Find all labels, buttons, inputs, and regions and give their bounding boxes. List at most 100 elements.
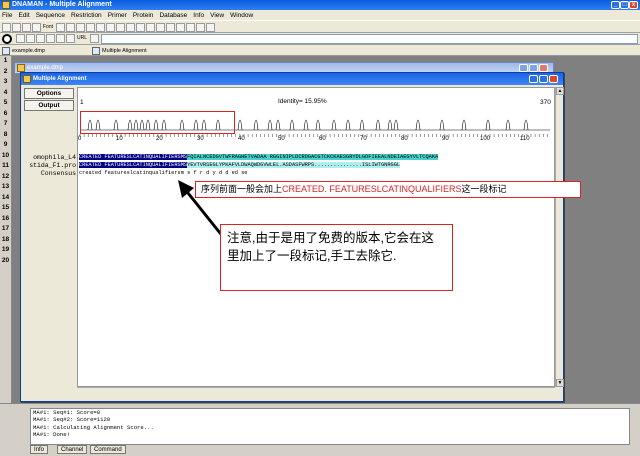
close-button[interactable] (549, 75, 558, 83)
consensus-marker-segment: created featureslcatinqualifiersm (79, 170, 184, 176)
tab-channel[interactable]: Channel (57, 445, 88, 454)
output-button[interactable]: Output (24, 100, 74, 111)
copy-icon[interactable] (66, 23, 75, 32)
gutter-row-number: 11 (2, 162, 9, 169)
identity-spike (275, 119, 281, 131)
tab-example-dmp[interactable]: example.dmp (0, 46, 45, 56)
menu-info[interactable]: Info (193, 12, 204, 19)
minimize-button[interactable] (519, 64, 528, 72)
find-icon[interactable] (96, 23, 105, 32)
identity-spike (387, 119, 393, 131)
app-icon (2, 1, 10, 9)
menu-restriction[interactable]: Restriction (71, 12, 102, 19)
protein-tool-icon[interactable] (146, 23, 155, 32)
maximize-button[interactable] (539, 75, 548, 83)
window-title: DNAMAN - Multiple Alignment (12, 1, 112, 8)
paste-icon[interactable] (76, 23, 85, 32)
italic-icon[interactable] (186, 23, 195, 32)
ruler-label-40: 40 (238, 136, 245, 142)
ruler-label-20: 20 (156, 136, 163, 142)
undo-icon[interactable] (86, 23, 95, 32)
identity-spike (267, 119, 273, 131)
menu-primer[interactable]: Primer (108, 12, 127, 19)
minimize-button[interactable] (529, 75, 538, 83)
close-button[interactable] (539, 64, 548, 72)
restriction-tool-icon[interactable] (126, 23, 135, 32)
menu-protein[interactable]: Protein (133, 12, 154, 19)
sequence-row[interactable]: CREATED FEATURESLCATINQUALIFIERSMSFQIALN… (79, 154, 555, 161)
go-icon[interactable] (90, 34, 99, 43)
identity-label: Identity= 15.95% (278, 98, 327, 105)
zoom-icon[interactable] (206, 23, 215, 32)
menu-file[interactable]: File (2, 12, 12, 19)
horizontal-scrollbar[interactable] (77, 387, 555, 395)
annotation-note-prefix-marker: 序列前面一般会加上CREATED. FEATURESLCATINQUALIFIE… (195, 181, 581, 198)
ruler-label-60: 60 (319, 136, 326, 142)
title-bar: DNAMAN - Multiple Alignment _ □ x (0, 0, 640, 10)
close-button[interactable]: x (629, 1, 638, 9)
tab-multiple-alignment[interactable]: Multiple Alignment (90, 46, 147, 56)
database-tool-icon[interactable] (156, 23, 165, 32)
identity-spike (303, 119, 309, 131)
output-log[interactable]: MA#1: Seq#1: Score=0 MA#1: Seq#2: Score=… (30, 408, 630, 445)
gutter-row-number: 1 (3, 57, 8, 64)
sequence-residues: YEVTVRSEGLYPKAFVLDWAQWDGVWLEL.ASDASFWRPS… (187, 162, 401, 168)
identity-spike (375, 119, 381, 131)
zoom-in-icon[interactable] (16, 34, 25, 43)
url-field[interactable] (101, 34, 638, 44)
maximize-button[interactable] (529, 64, 538, 72)
vertical-scrollbar[interactable]: ▲ ▼ (555, 87, 564, 387)
cut-icon[interactable] (56, 23, 65, 32)
open-folder-icon[interactable] (12, 23, 21, 32)
identity-spike (505, 119, 511, 131)
bold-icon[interactable] (176, 23, 185, 32)
back-icon[interactable] (66, 34, 75, 43)
alignment-icon (23, 75, 31, 83)
menu-edit[interactable]: Edit (18, 12, 29, 19)
align-icon[interactable] (196, 23, 205, 32)
gutter-row-number: 4 (3, 88, 8, 96)
gutter-row-number: 19 (1, 246, 10, 253)
tab-label: example.dmp (12, 48, 46, 54)
menu-sequence[interactable]: Sequence (36, 12, 65, 19)
highlight-region-box (80, 111, 235, 134)
ruler-start: 1 (80, 99, 84, 106)
sequence-tool-icon[interactable] (116, 23, 125, 32)
refresh-icon[interactable] (36, 34, 45, 43)
new-file-icon[interactable] (2, 23, 11, 32)
tab-command[interactable]: Command (90, 445, 126, 454)
gutter-row-number: 7 (3, 120, 8, 127)
tab-info[interactable]: Info (30, 445, 49, 454)
help-icon[interactable] (106, 23, 115, 32)
menu-database[interactable]: Database (159, 12, 187, 19)
zoom-out-icon[interactable] (26, 34, 35, 43)
gutter-row-number: 18 (1, 235, 10, 243)
sequence-name: omophila_L4 (33, 154, 76, 161)
identity-spike (485, 119, 491, 131)
minimize-button[interactable]: _ (611, 1, 620, 9)
note1-suffix: 这一段标记 (461, 184, 507, 194)
identity-spike (237, 119, 243, 131)
gutter-row-number: 15 (1, 204, 10, 211)
menu-view[interactable]: View (210, 12, 224, 19)
log-line: MA#1: Done! (33, 430, 70, 438)
mode-icon[interactable] (2, 34, 12, 44)
scroll-down-icon[interactable]: ▼ (556, 379, 564, 387)
text-tool-icon[interactable] (166, 23, 175, 32)
menu-window[interactable]: Window (230, 12, 253, 19)
print-icon[interactable] (32, 23, 41, 32)
home-icon[interactable] (56, 34, 65, 43)
tab-label: Multiple Alignment (102, 48, 147, 54)
maximize-button[interactable]: □ (620, 1, 629, 9)
scroll-up-icon[interactable]: ▲ (556, 87, 564, 95)
primer-tool-icon[interactable] (136, 23, 145, 32)
sequence-marker-segment: CREATED FEATURESLCATINQUALIFIERSMS (79, 162, 188, 168)
sequence-marker-segment: CREATED FEATURESLCATINQUALIFIERSMS (79, 154, 188, 160)
stop-icon[interactable] (46, 34, 55, 43)
ruler-label-0: 0 (78, 136, 82, 142)
save-icon[interactable] (22, 23, 31, 32)
font-button[interactable]: Font (43, 23, 53, 32)
alignment-icon (92, 47, 100, 55)
options-button[interactable]: Options (24, 88, 74, 99)
sequence-row[interactable]: CREATED FEATURESLCATINQUALIFIERSMSYEVTVR… (79, 162, 555, 169)
